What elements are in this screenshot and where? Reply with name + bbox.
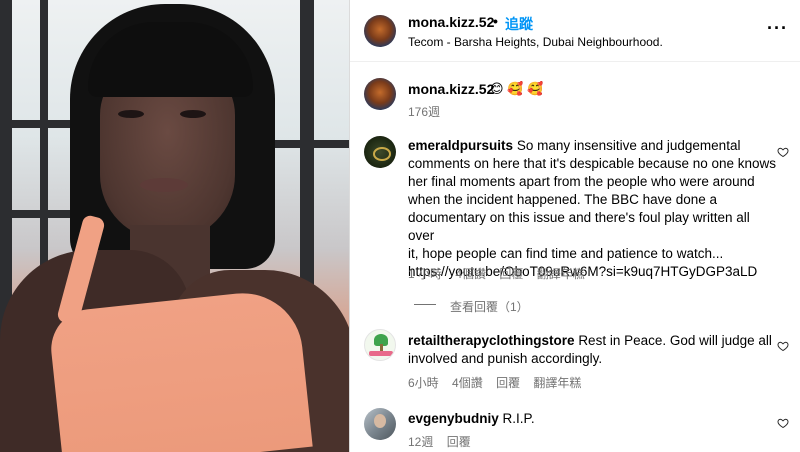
logo-text xyxy=(369,351,393,356)
comment-likes[interactable]: 4個讚 xyxy=(452,376,483,390)
caption-text: 😊 🥰 🥰 xyxy=(490,81,544,96)
comment-timestamp[interactable]: 12週 xyxy=(408,435,433,449)
commenter-username[interactable]: evgenybudniy xyxy=(408,411,499,426)
comment-text-line: her final moments apart from the people … xyxy=(408,174,755,189)
comment-text-line: documentary on this issue and there's fo… xyxy=(408,210,750,243)
comment-text-line: when the incident happened. The BBC have… xyxy=(408,192,717,207)
comment-text-line: R.I.P. xyxy=(502,411,535,426)
heart-icon[interactable] xyxy=(777,146,789,158)
comment-body: evgenybudniy R.I.P. xyxy=(408,410,778,428)
comment-meta: 12週 回覆 xyxy=(408,433,481,450)
post-side-panel: mona.kizz.52 • 追蹤 Tecom - Barsha Heights… xyxy=(349,0,800,452)
post-location[interactable]: Tecom - Barsha Heights, Dubai Neighbourh… xyxy=(408,35,663,49)
separator-dot: • xyxy=(493,13,498,29)
translate-button[interactable]: 翻譯年糕 xyxy=(533,376,581,390)
window-frame xyxy=(270,140,349,148)
commenter-username[interactable]: emeraldpursuits xyxy=(408,138,513,153)
comment-text-line: involved and punish accordingly. xyxy=(408,351,603,366)
comment-timestamp[interactable]: 6小時 xyxy=(408,376,439,390)
eye xyxy=(180,110,206,118)
reply-button[interactable]: 回覆 xyxy=(499,267,523,281)
orange-top xyxy=(47,287,313,452)
commenter-avatar[interactable] xyxy=(364,408,396,440)
commenter-avatar[interactable] xyxy=(364,136,396,168)
follow-button[interactable]: 追蹤 xyxy=(505,14,533,34)
comment-text-line: it, hope people can find time and patien… xyxy=(408,246,724,261)
reply-button[interactable]: 回覆 xyxy=(496,376,520,390)
lips xyxy=(140,178,188,192)
author-username[interactable]: mona.kizz.52 xyxy=(408,14,494,30)
comment-meta: 6小時 4個讚 回覆 翻譯年糕 xyxy=(408,374,591,391)
commenter-username[interactable]: retailtherapyclothingstore xyxy=(408,333,575,348)
more-horizontal-icon[interactable]: ··· xyxy=(767,18,788,39)
heart-icon[interactable] xyxy=(777,417,789,429)
replies-divider xyxy=(414,304,436,305)
post-header: mona.kizz.52 • 追蹤 Tecom - Barsha Heights… xyxy=(350,0,800,62)
comment-text-line: So many insensitive and judgemental xyxy=(516,138,741,153)
comment-timestamp[interactable]: 1 小時 xyxy=(408,267,442,281)
comment-body: emeraldpursuits So many insensitive and … xyxy=(408,137,778,281)
comment-likes[interactable]: 4個讚 xyxy=(455,267,486,281)
author-avatar[interactable] xyxy=(364,15,396,47)
caption-author-username[interactable]: mona.kizz.52 xyxy=(408,81,494,97)
post-photo[interactable] xyxy=(0,0,349,452)
caption-author-avatar[interactable] xyxy=(364,78,396,110)
heart-icon[interactable] xyxy=(777,340,789,352)
eye xyxy=(118,110,144,118)
comment-meta: 1 小時 4個讚 回覆 翻譯年糕 xyxy=(408,265,595,282)
reply-button[interactable]: 回覆 xyxy=(447,435,471,449)
view-replies-button[interactable]: 查看回覆（1） xyxy=(450,298,529,315)
comment-text-line: comments on here that it's despicable be… xyxy=(408,156,777,171)
caption-timestamp[interactable]: 176週 xyxy=(408,103,440,120)
translate-button[interactable]: 翻譯年糕 xyxy=(537,267,585,281)
comment-body: retailtherapyclothingstore Rest in Peace… xyxy=(408,332,778,368)
commenter-avatar[interactable] xyxy=(364,329,396,361)
comment-text-line: Rest in Peace. God will judge all xyxy=(578,333,772,348)
